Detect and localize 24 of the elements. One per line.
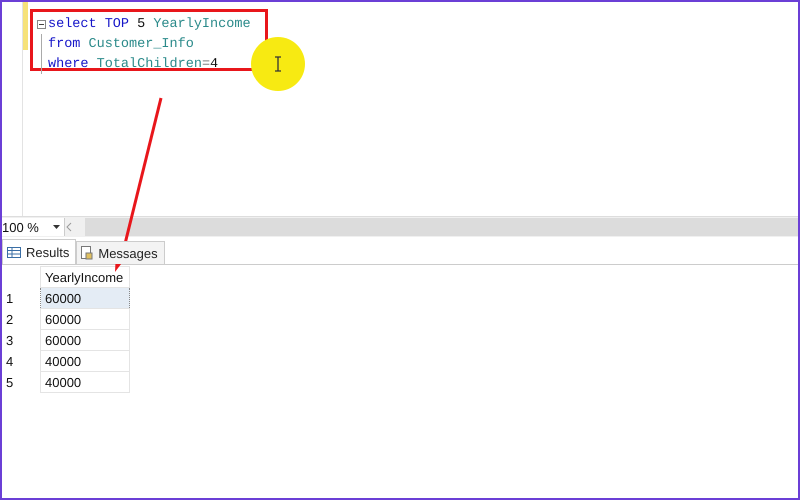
row-number: 5 xyxy=(2,372,40,392)
caret-icon xyxy=(52,225,60,229)
results-tab[interactable]: Messages xyxy=(76,241,165,264)
table-cell[interactable]: 60000 xyxy=(40,288,130,308)
document-icon xyxy=(81,246,94,260)
column-header[interactable]: YearlyIncome xyxy=(40,266,130,288)
row-number: 4 xyxy=(2,350,40,372)
table-cell[interactable]: 40000 xyxy=(40,350,130,372)
code-line: where TotalChildren=4 xyxy=(48,56,218,72)
row-number: 3 xyxy=(2,330,40,350)
results-tab[interactable]: Results xyxy=(2,239,76,264)
zoom-dropdown[interactable]: 100 % xyxy=(2,218,65,236)
scrollbar[interactable] xyxy=(84,218,798,236)
row-number: 2 xyxy=(2,308,40,330)
table-cell[interactable]: 40000 xyxy=(40,372,130,392)
text-cursor-icon xyxy=(274,56,282,72)
table-cell[interactable]: 60000 xyxy=(40,330,130,350)
code-line: from Customer_Info xyxy=(48,36,194,52)
grid-icon xyxy=(7,246,21,258)
table-cell[interactable]: 60000 xyxy=(40,308,130,330)
change-margin xyxy=(23,2,28,50)
row-number: 1 xyxy=(2,288,40,308)
collapse-icon[interactable] xyxy=(37,20,46,28)
code-line: select TOP 5 YearlyIncome xyxy=(48,16,251,32)
